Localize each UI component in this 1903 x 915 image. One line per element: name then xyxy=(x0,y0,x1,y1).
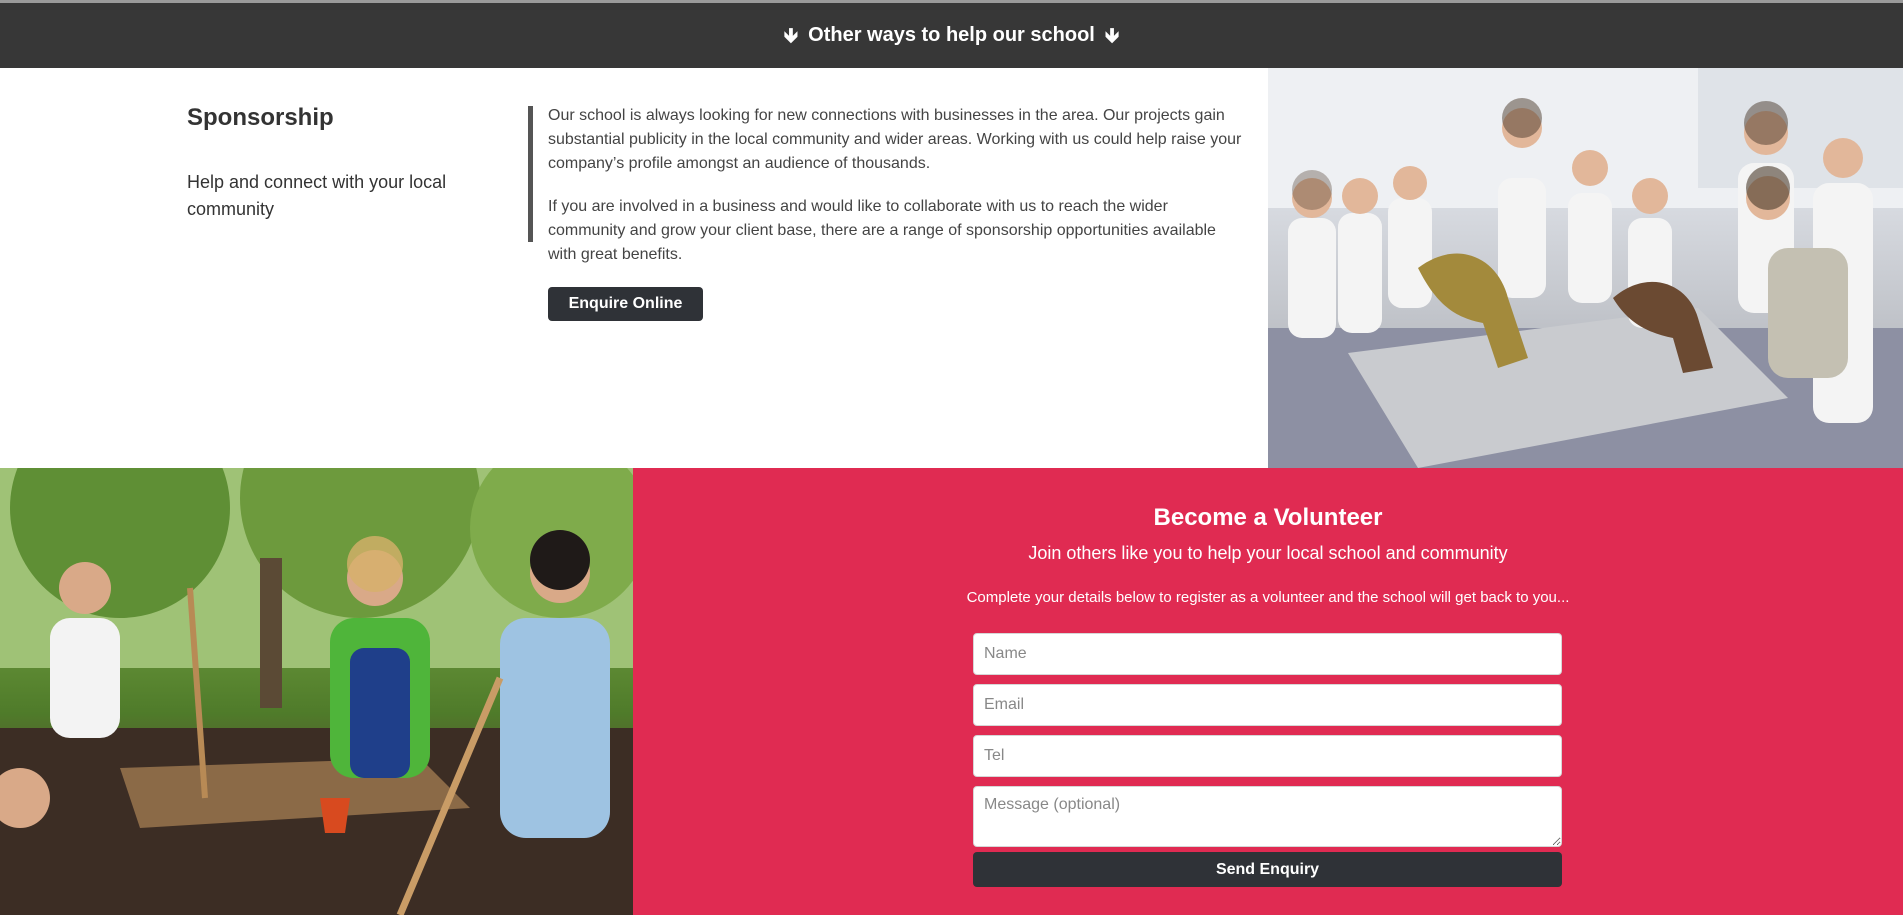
sponsorship-title: Sponsorship xyxy=(187,104,334,131)
enquire-online-button[interactable]: Enquire Online xyxy=(548,287,703,321)
sponsorship-paragraph: If you are involved in a business and wo… xyxy=(548,198,1216,263)
send-enquiry-button[interactable]: Send Enquiry xyxy=(973,852,1562,887)
help-banner: 🡻 Other ways to help our school 🡻 xyxy=(0,3,1903,68)
name-field[interactable] xyxy=(973,633,1562,675)
garden-photo xyxy=(0,468,633,915)
sponsorship-subtitle: Help and connect with your local communi… xyxy=(187,172,447,219)
classroom-illustration xyxy=(1268,68,1903,468)
classroom-photo xyxy=(1268,68,1903,468)
banner-title: Other ways to help our school xyxy=(808,24,1095,46)
volunteer-section: Become a Volunteer Join others like you … xyxy=(633,468,1903,915)
message-field[interactable] xyxy=(973,786,1562,847)
volunteer-instructions: Complete your details below to register … xyxy=(966,589,1570,606)
quote-bar xyxy=(528,106,533,242)
volunteer-subtitle: Join others like you to help your local … xyxy=(1028,543,1508,563)
sponsorship-section: Sponsorship Help and connect with your l… xyxy=(0,68,1268,468)
garden-illustration xyxy=(0,468,633,915)
volunteer-title: Become a Volunteer xyxy=(1153,504,1383,531)
sponsorship-paragraph: Our school is always looking for new con… xyxy=(548,107,1242,172)
tel-field[interactable] xyxy=(973,735,1562,777)
arrow-down-icon: 🡻 xyxy=(783,24,799,47)
email-field[interactable] xyxy=(973,684,1562,726)
arrow-down-icon: 🡻 xyxy=(1104,24,1120,47)
